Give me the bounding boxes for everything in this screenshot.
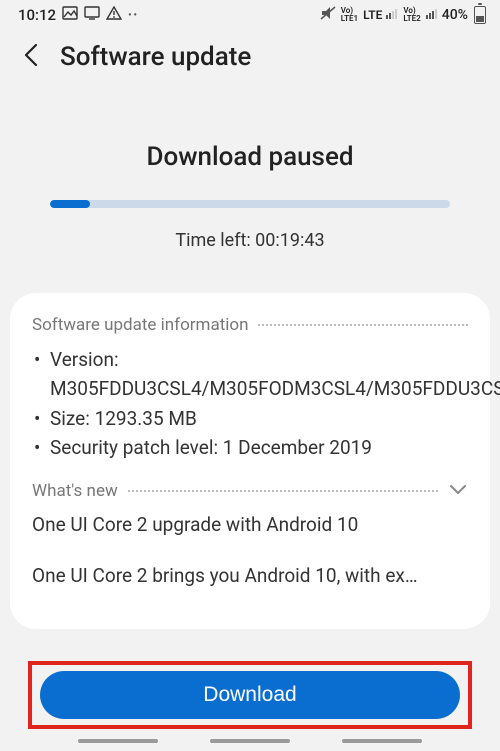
status-bar: 10:12 •• Vo) LTE1 LTE Vo) LTE2 40%	[0, 0, 500, 28]
download-status-block: Download paused Time left: 00:19:43	[0, 82, 500, 269]
nav-recent[interactable]	[78, 739, 158, 743]
sim1-indicator: Vo) LTE1	[341, 7, 358, 23]
info-size: Size: 1293.35 MB	[32, 404, 468, 433]
more-icon: ••	[128, 10, 139, 21]
whats-new-line1: One UI Core 2 upgrade with Android 10	[32, 513, 468, 536]
image-icon	[62, 6, 78, 24]
whats-new-label: What's new	[32, 481, 118, 501]
page-title: Software update	[60, 42, 251, 72]
download-button-highlight: Download	[28, 661, 472, 729]
sim1-bot: LTE1	[341, 15, 358, 23]
lte-label: LTE	[363, 8, 382, 22]
chevron-down-icon	[448, 481, 468, 501]
download-status-title: Download paused	[36, 142, 464, 172]
info-version: Version: M305FDDU3CSL4/M305FODM3CSL4/M30…	[32, 345, 468, 404]
screen-icon	[84, 6, 100, 24]
nav-back[interactable]	[342, 739, 422, 743]
info-section-label: Software update information	[32, 315, 248, 335]
status-time: 10:12	[18, 6, 56, 24]
progress-bar	[50, 200, 450, 208]
battery-icon	[474, 6, 486, 24]
info-card: Software update information Version: M30…	[10, 293, 490, 629]
back-icon[interactable]	[22, 42, 42, 72]
whats-new-body: One UI Core 2 upgrade with Android 10 On…	[32, 501, 468, 587]
mute-icon	[320, 6, 336, 24]
sim2-bot: LTE2	[403, 15, 420, 23]
progress-fill	[50, 200, 90, 208]
whats-new-line2: One UI Core 2 brings you Android 10, wit…	[32, 564, 468, 587]
download-button[interactable]: Download	[40, 671, 460, 719]
signal2-icon	[426, 7, 438, 23]
signal1-icon	[386, 7, 398, 23]
warning-icon	[106, 6, 122, 24]
info-list: Version: M305FDDU3CSL4/M305FODM3CSL4/M30…	[32, 335, 468, 481]
status-left: 10:12 ••	[18, 6, 139, 24]
header-bar: Software update	[0, 28, 500, 82]
info-section-head: Software update information	[32, 315, 468, 335]
sim2-indicator: Vo) LTE2	[403, 7, 420, 23]
status-right: Vo) LTE1 LTE Vo) LTE2 40%	[320, 6, 486, 24]
divider-dots	[128, 490, 438, 492]
divider-dots	[258, 324, 468, 326]
whats-new-head[interactable]: What's new	[32, 481, 468, 501]
nav-home[interactable]	[210, 739, 290, 743]
time-left-label: Time left: 00:19:43	[36, 230, 464, 251]
battery-percent: 40%	[442, 7, 468, 23]
info-patch: Security patch level: 1 December 2019	[32, 433, 468, 462]
nav-bar	[0, 739, 500, 743]
